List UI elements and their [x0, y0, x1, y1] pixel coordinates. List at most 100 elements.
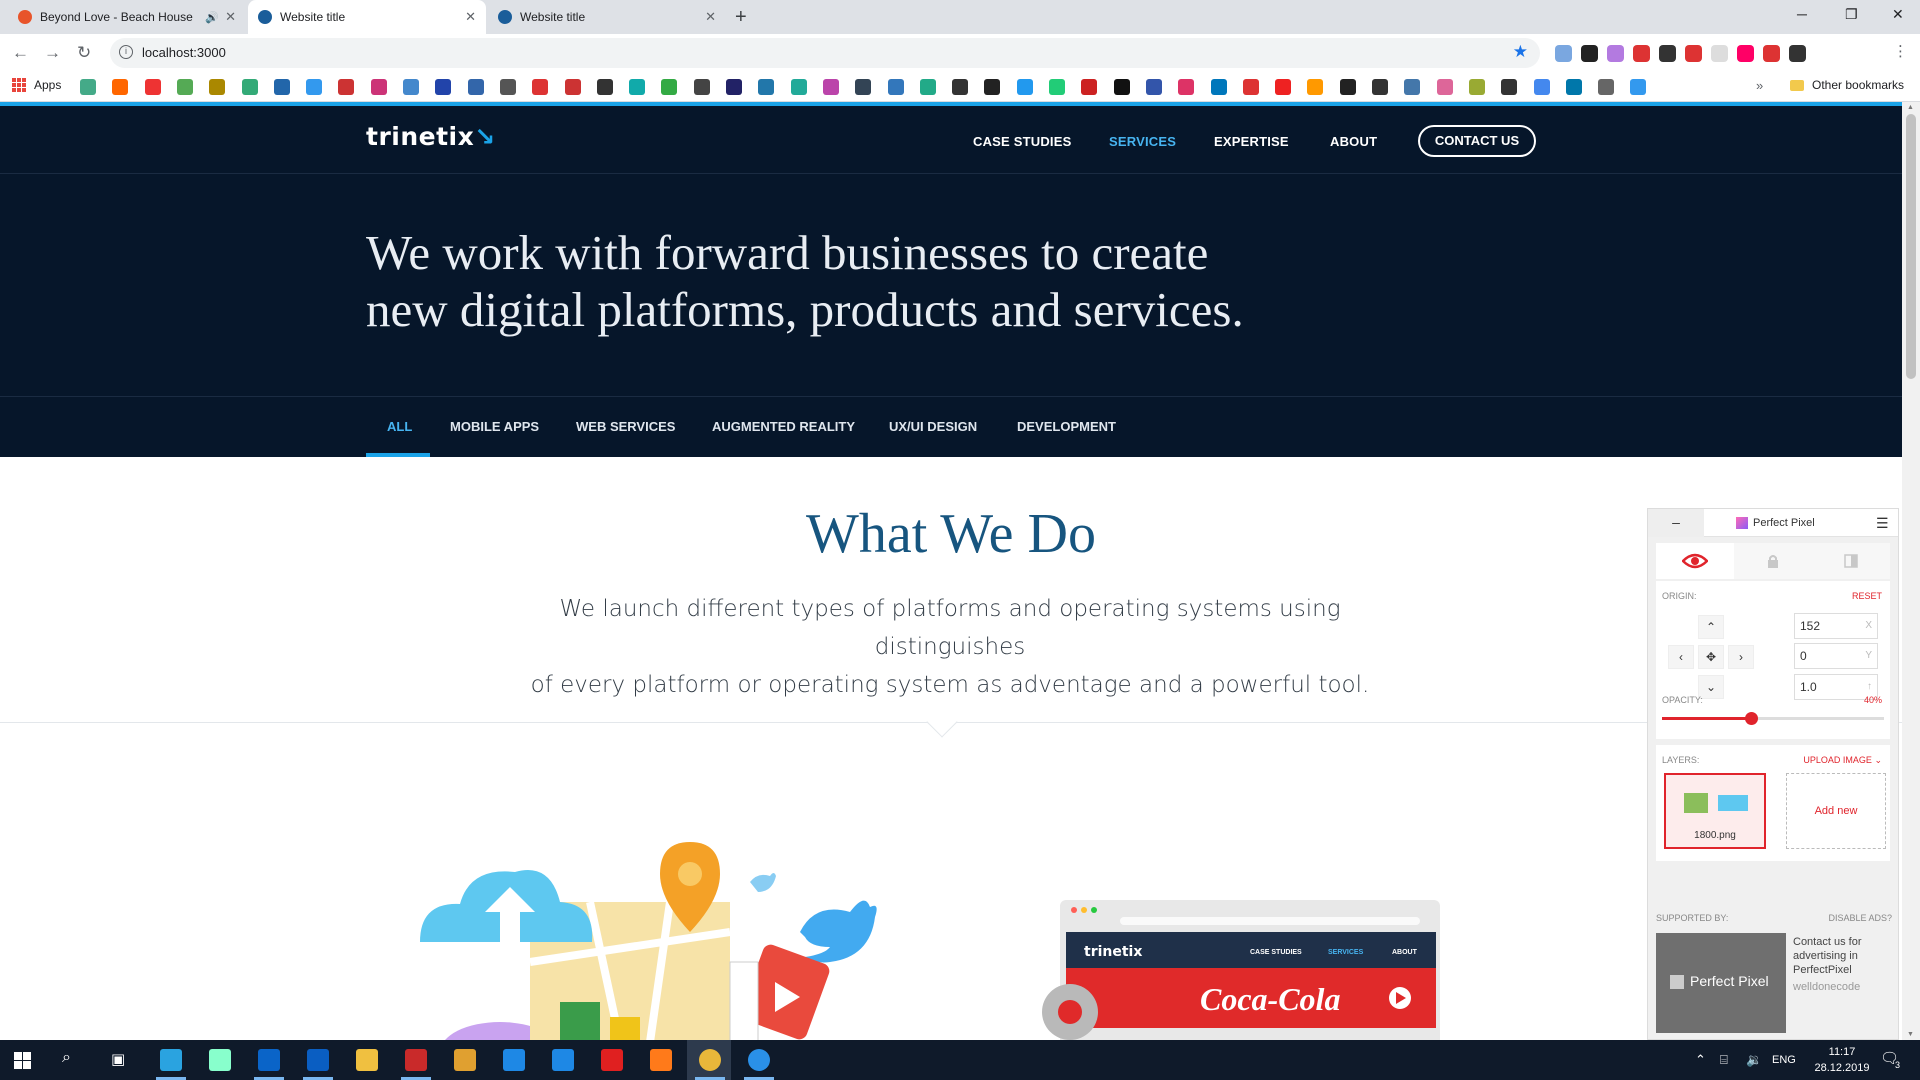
- speaker-icon[interactable]: 🔊: [205, 11, 219, 24]
- bookmark-favicon-icon[interactable]: [1081, 79, 1098, 95]
- chrome-menu-icon[interactable]: ⋮: [1893, 42, 1908, 60]
- pp-move-right-button[interactable]: ›: [1728, 645, 1754, 669]
- clock[interactable]: 11:17 28.12.2019: [1812, 1044, 1872, 1076]
- filter-ux-ui-design[interactable]: UX/UI DESIGN: [889, 419, 977, 434]
- internet-explorer-icon[interactable]: [503, 1049, 525, 1071]
- bookmark-favicon-icon[interactable]: [370, 79, 387, 95]
- extension-icon[interactable]: [1737, 45, 1754, 62]
- filter-web-services[interactable]: WEB SERVICES: [576, 419, 675, 434]
- firefox-icon[interactable]: [650, 1049, 672, 1071]
- task-view-icon[interactable]: ▣: [111, 1050, 125, 1068]
- bookmark-favicon-icon[interactable]: [144, 79, 161, 95]
- bookmark-favicon-icon[interactable]: [532, 79, 549, 95]
- volume-icon[interactable]: 🔉: [1746, 1052, 1762, 1068]
- bookmark-favicon-icon[interactable]: [822, 79, 839, 95]
- close-tab-icon[interactable]: ✕: [225, 9, 236, 25]
- nav-about[interactable]: ABOUT: [1330, 134, 1377, 149]
- extension-icon[interactable]: [1607, 45, 1624, 62]
- bookmark-favicon-icon[interactable]: [984, 79, 1001, 95]
- restore-window-button[interactable]: ❐: [1845, 6, 1858, 23]
- bookmark-favicon-icon[interactable]: [1468, 79, 1485, 95]
- bookmark-favicon-icon[interactable]: [1145, 79, 1162, 95]
- bookmark-favicon-icon[interactable]: [564, 79, 581, 95]
- extension-icon[interactable]: [1659, 45, 1676, 62]
- opera-icon[interactable]: [601, 1049, 623, 1071]
- nav-case-studies[interactable]: CASE STUDIES: [973, 134, 1071, 149]
- pp-move-left-button[interactable]: ‹: [1668, 645, 1694, 669]
- back-button[interactable]: ←: [12, 43, 29, 63]
- contact-us-button[interactable]: CONTACT US: [1418, 125, 1536, 157]
- sublime-icon[interactable]: [454, 1049, 476, 1071]
- bookmark-favicon-icon[interactable]: [1049, 79, 1065, 95]
- outlook-icon[interactable]: [307, 1049, 329, 1071]
- site-info-icon[interactable]: i: [119, 45, 133, 59]
- bookmark-favicon-icon[interactable]: [887, 79, 904, 95]
- bookmark-favicon-icon[interactable]: [1630, 79, 1647, 95]
- bookmark-star-icon[interactable]: ★: [1513, 42, 1528, 62]
- bookmark-favicon-icon[interactable]: [726, 79, 742, 95]
- bookmark-favicon-icon[interactable]: [338, 79, 355, 95]
- bookmark-favicon-icon[interactable]: [855, 79, 872, 95]
- filter-augmented-reality[interactable]: AUGMENTED REALITY: [712, 419, 855, 434]
- forward-button[interactable]: →: [44, 43, 61, 63]
- bookmark-favicon-icon[interactable]: [1210, 79, 1227, 95]
- nav-expertise[interactable]: EXPERTISE: [1214, 134, 1289, 149]
- bookmark-favicon-icon[interactable]: [1404, 79, 1421, 95]
- scroll-down-arrow-icon[interactable]: ▼: [1907, 1031, 1914, 1038]
- minimize-window-button[interactable]: ─: [1797, 6, 1807, 22]
- bookmark-favicon-icon[interactable]: [403, 79, 419, 95]
- pp-ad-banner[interactable]: Perfect Pixel: [1656, 933, 1786, 1033]
- pp-minimize-button[interactable]: –: [1648, 509, 1704, 537]
- bookmark-favicon-icon[interactable]: [499, 79, 516, 95]
- bookmark-favicon-icon[interactable]: [1307, 79, 1324, 95]
- bookmark-favicon-icon[interactable]: [80, 79, 96, 95]
- tab-beach-house[interactable]: Beyond Love - Beach House 🔊 ✕: [8, 0, 246, 34]
- bookmark-favicon-icon[interactable]: [1275, 79, 1292, 95]
- pp-center-button[interactable]: ✥: [1698, 645, 1724, 669]
- pp-add-layer-button[interactable]: Add new: [1786, 773, 1886, 849]
- bookmark-favicon-icon[interactable]: [919, 79, 936, 95]
- extension-icon[interactable]: [1685, 45, 1702, 62]
- pp-upload-image-button[interactable]: UPLOAD IMAGE ⌄: [1803, 755, 1882, 766]
- pp-ad-link[interactable]: welldonecode: [1793, 981, 1860, 993]
- bookmark-favicon-icon[interactable]: [435, 79, 452, 95]
- filter-development[interactable]: DEVELOPMENT: [1017, 419, 1116, 434]
- reload-button[interactable]: ↻: [77, 43, 91, 63]
- extension-icon[interactable]: [1581, 45, 1598, 62]
- filter-all[interactable]: ALL: [387, 419, 412, 434]
- network-icon[interactable]: ⌸: [1720, 1052, 1728, 1068]
- tab-website-active[interactable]: Website title ✕: [248, 0, 486, 34]
- bookmark-favicon-icon[interactable]: [629, 79, 646, 95]
- pp-menu-icon[interactable]: ☰: [1876, 515, 1889, 532]
- bookmark-favicon-icon[interactable]: [1501, 79, 1518, 95]
- bookmark-favicon-icon[interactable]: [596, 79, 613, 95]
- telegram-icon[interactable]: [160, 1049, 182, 1071]
- apps-shortcut[interactable]: Apps: [12, 78, 61, 92]
- bookmark-favicon-icon[interactable]: [1178, 79, 1195, 95]
- pp-disable-ads-link[interactable]: DISABLE ADS?: [1828, 913, 1892, 923]
- close-window-button[interactable]: ✕: [1892, 6, 1904, 23]
- scroll-up-arrow-icon[interactable]: ▲: [1907, 104, 1914, 111]
- edge-icon[interactable]: [552, 1049, 574, 1071]
- bookmark-favicon-icon[interactable]: [952, 79, 969, 95]
- pp-opacity-handle[interactable]: [1744, 712, 1758, 725]
- bookmark-favicon-icon[interactable]: [758, 79, 775, 95]
- bookmark-favicon-icon[interactable]: [1242, 79, 1259, 95]
- bookmark-favicon-icon[interactable]: [661, 79, 678, 95]
- more-bookmarks-chevron-icon[interactable]: »: [1756, 78, 1763, 93]
- extension-icon[interactable]: [1555, 45, 1572, 62]
- chrome-icon[interactable]: [699, 1049, 721, 1071]
- new-tab-button[interactable]: +: [735, 6, 747, 29]
- bookmark-favicon-icon[interactable]: [467, 79, 484, 95]
- tab-website[interactable]: Website title ✕: [488, 0, 726, 34]
- bookmark-favicon-icon[interactable]: [1016, 79, 1033, 95]
- scroll-thumb[interactable]: [1906, 114, 1916, 379]
- extension-icon[interactable]: [1763, 45, 1780, 62]
- extension-icon[interactable]: [1711, 45, 1728, 62]
- pp-visibility-tab[interactable]: [1656, 543, 1734, 579]
- pp-opacity-slider[interactable]: [1662, 712, 1884, 725]
- pp-lock-tab[interactable]: [1734, 543, 1812, 579]
- nav-services[interactable]: SERVICES: [1109, 134, 1176, 149]
- bookmark-favicon-icon[interactable]: [1372, 79, 1388, 95]
- pp-invert-tab[interactable]: [1812, 543, 1890, 579]
